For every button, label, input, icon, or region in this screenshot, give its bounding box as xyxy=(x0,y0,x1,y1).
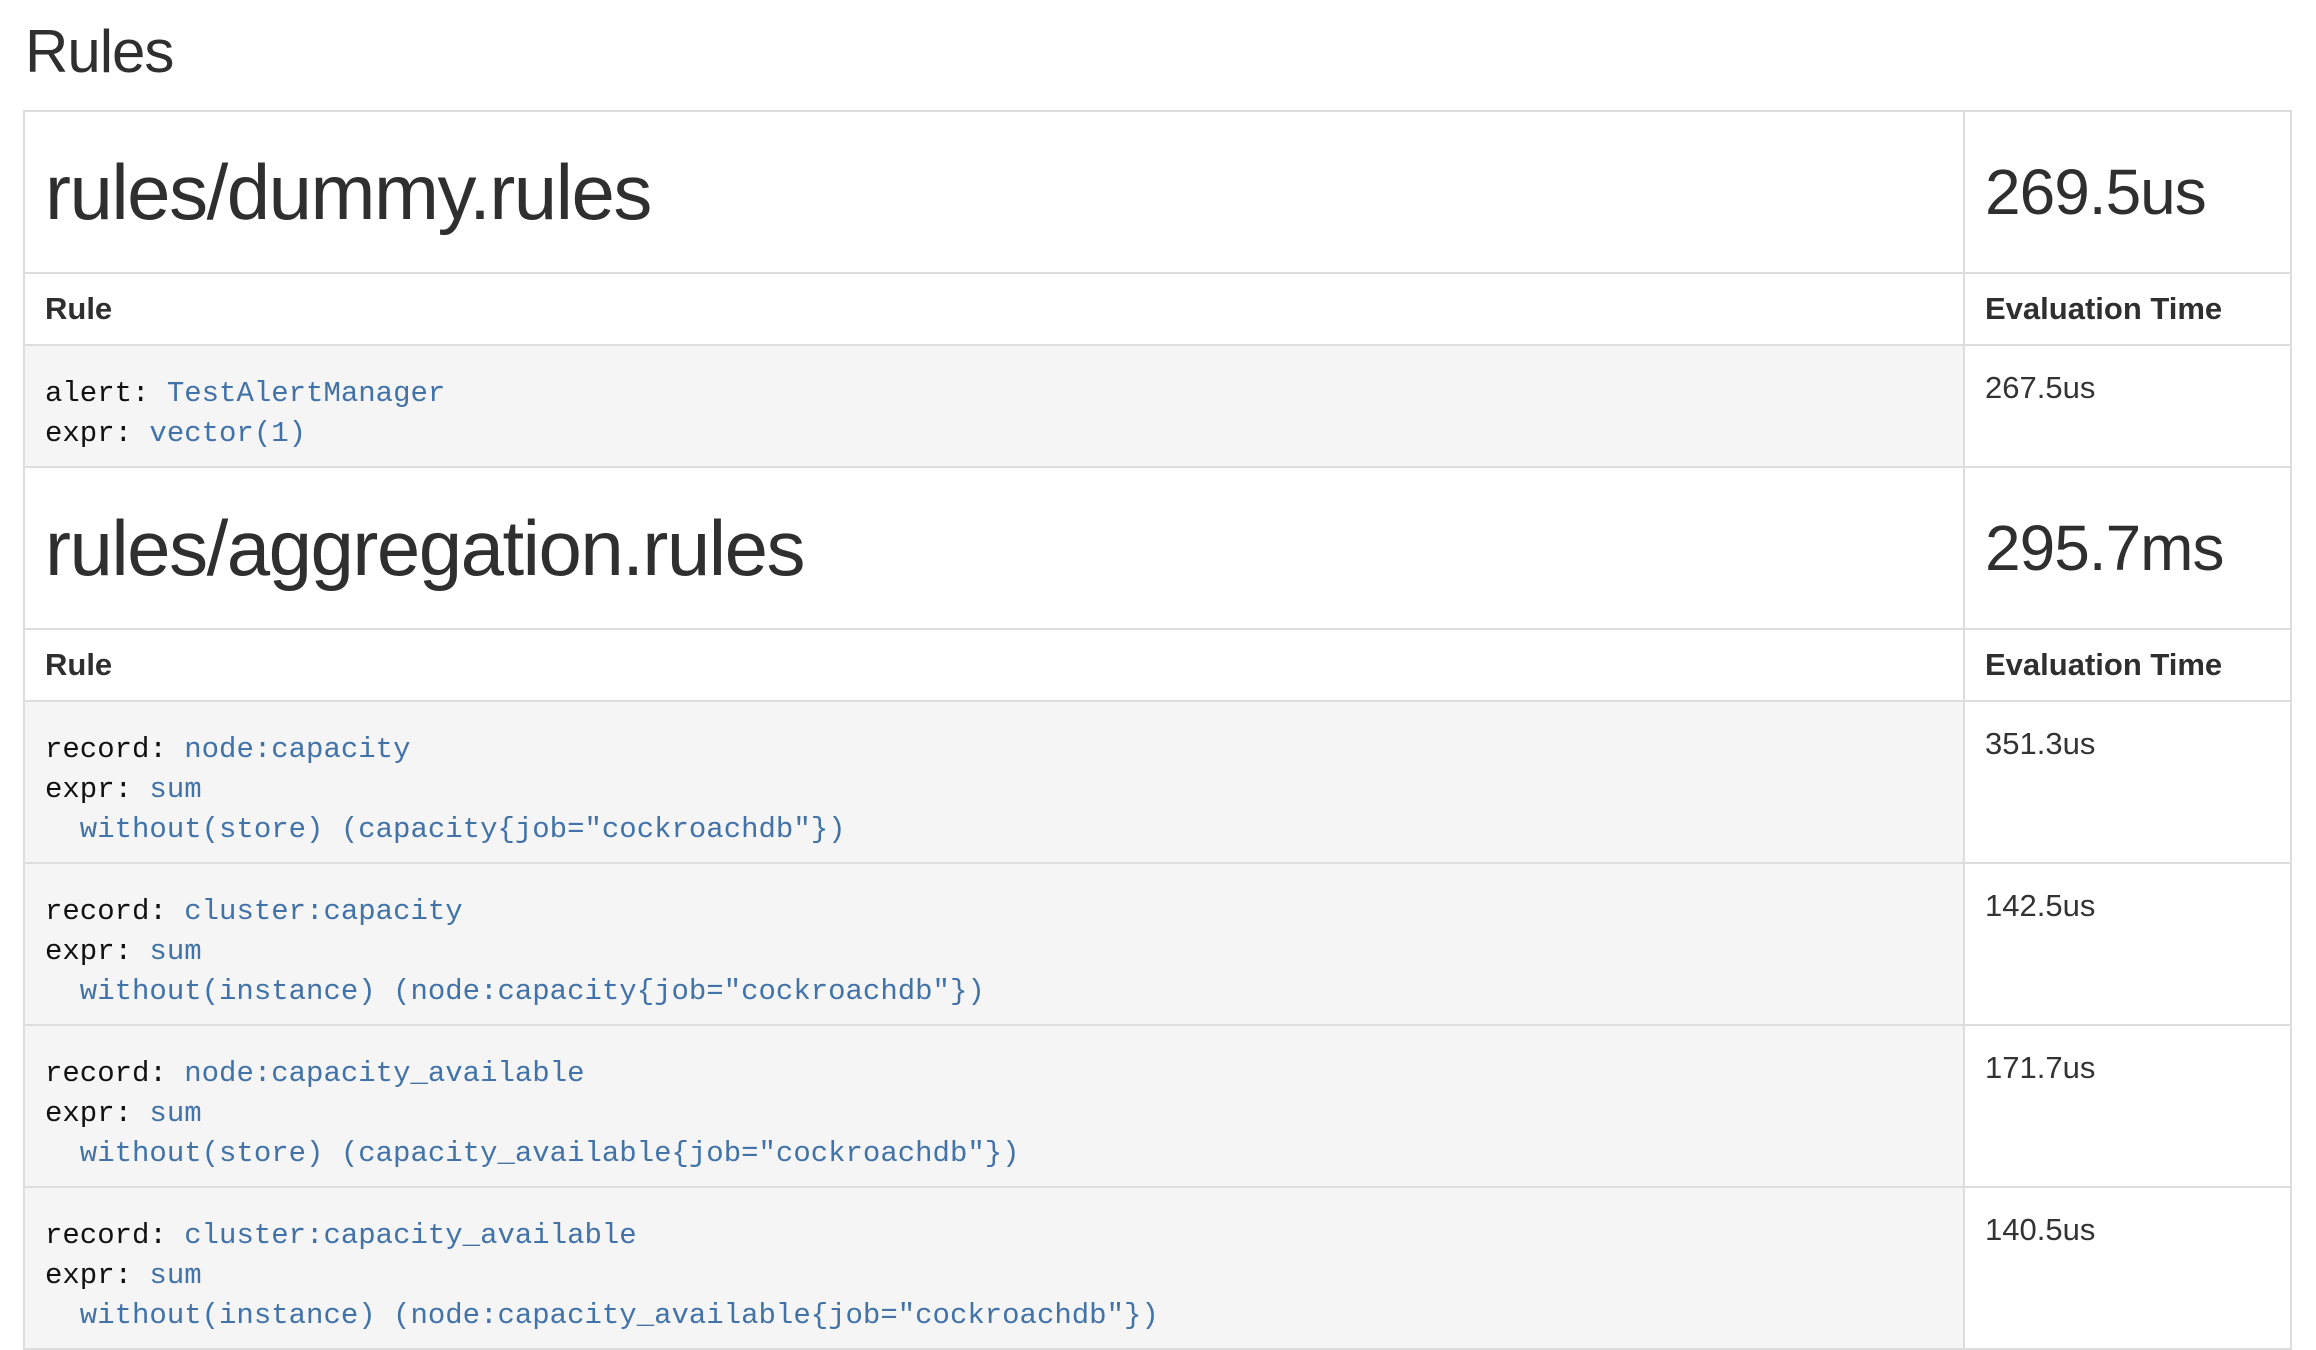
rule-row: alert: TestAlertManager expr: vector(1) … xyxy=(24,345,2291,467)
evaluation-time-column-header: Evaluation Time xyxy=(1964,629,2291,701)
rule-definition: record: cluster:capacity expr: sum witho… xyxy=(25,864,1963,1024)
rule-keyword: record: xyxy=(45,1219,184,1252)
rule-expression-link[interactable]: cluster:capacity xyxy=(184,895,462,928)
rule-keyword: record: xyxy=(45,895,184,928)
rule-definition-cell: record: node:capacity_available expr: su… xyxy=(24,1025,1964,1187)
rule-definition-cell: alert: TestAlertManager expr: vector(1) xyxy=(24,345,1964,467)
rule-definition: record: cluster:capacity_available expr:… xyxy=(25,1188,1963,1348)
rule-keyword: record: xyxy=(45,1057,184,1090)
rule-evaluation-time: 171.7us xyxy=(1985,1050,2095,1085)
rule-group-name-cell: rules/dummy.rules xyxy=(24,111,1964,273)
rule-group-name: rules/dummy.rules xyxy=(45,148,651,236)
rule-evaluation-time: 142.5us xyxy=(1985,888,2095,923)
rule-expression-link[interactable]: sum xyxy=(149,1097,201,1130)
rule-expression-link[interactable]: node:capacity xyxy=(184,733,410,766)
rule-definition: record: node:capacity_available expr: su… xyxy=(25,1026,1963,1186)
rule-definition-cell: record: cluster:capacity expr: sum witho… xyxy=(24,863,1964,1025)
rule-group-header-row: rules/aggregation.rules 295.7ms xyxy=(24,467,2291,629)
rule-keyword: expr: xyxy=(45,1097,149,1130)
rule-row: record: node:capacity expr: sum without(… xyxy=(24,701,2291,863)
rule-keyword: expr: xyxy=(45,417,149,450)
rule-evaluation-time: 267.5us xyxy=(1985,370,2095,405)
rule-definition: alert: TestAlertManager expr: vector(1) xyxy=(25,346,1963,466)
rule-row: record: cluster:capacity_available expr:… xyxy=(24,1187,2291,1349)
rule-group-name-cell: rules/aggregation.rules xyxy=(24,467,1964,629)
rule-evaluation-time-cell: 267.5us xyxy=(1964,345,2291,467)
rule-expression-link[interactable]: sum xyxy=(149,935,201,968)
rule-definition-cell: record: cluster:capacity_available expr:… xyxy=(24,1187,1964,1349)
rules-page: Rules rules/dummy.rules 269.5us Rule Eva… xyxy=(0,0,2316,1350)
rule-definition-cell: record: node:capacity expr: sum without(… xyxy=(24,701,1964,863)
rule-column-header: Rule xyxy=(24,629,1964,701)
rule-evaluation-time: 351.3us xyxy=(1985,726,2095,761)
rule-group-evaluation-time: 269.5us xyxy=(1985,156,2206,228)
rule-group-evaluation-time-cell: 269.5us xyxy=(1964,111,2291,273)
column-header-row: Rule Evaluation Time xyxy=(24,273,2291,345)
rule-definition: record: node:capacity expr: sum without(… xyxy=(25,702,1963,862)
rule-column-header: Rule xyxy=(24,273,1964,345)
rule-expression-link[interactable]: without(store) (capacity_available{job="… xyxy=(45,1137,1020,1170)
page-title: Rules xyxy=(25,0,2293,86)
rule-keyword: expr: xyxy=(45,935,149,968)
rule-group-evaluation-time: 295.7ms xyxy=(1985,512,2223,584)
rule-row: record: node:capacity_available expr: su… xyxy=(24,1025,2291,1187)
rule-expression-link[interactable]: without(store) (capacity{job="cockroachd… xyxy=(45,813,846,846)
column-header-row: Rule Evaluation Time xyxy=(24,629,2291,701)
rules-table: rules/dummy.rules 269.5us Rule Evaluatio… xyxy=(23,110,2292,1350)
rule-evaluation-time-cell: 351.3us xyxy=(1964,701,2291,863)
rule-expression-link[interactable]: cluster:capacity_available xyxy=(184,1219,636,1252)
rule-group-evaluation-time-cell: 295.7ms xyxy=(1964,467,2291,629)
rule-keyword: expr: xyxy=(45,1259,149,1292)
rule-evaluation-time: 140.5us xyxy=(1985,1212,2095,1247)
rule-expression-link[interactable]: TestAlertManager xyxy=(167,377,445,410)
rule-expression-link[interactable]: without(instance) (node:capacity_availab… xyxy=(45,1299,1159,1332)
evaluation-time-column-header: Evaluation Time xyxy=(1964,273,2291,345)
rule-group-name: rules/aggregation.rules xyxy=(45,504,804,592)
rule-expression-link[interactable]: without(instance) (node:capacity{job="co… xyxy=(45,975,985,1008)
rule-keyword: record: xyxy=(45,733,184,766)
rule-evaluation-time-cell: 171.7us xyxy=(1964,1025,2291,1187)
rule-expression-link[interactable]: sum xyxy=(149,773,201,806)
rule-row: record: cluster:capacity expr: sum witho… xyxy=(24,863,2291,1025)
rule-expression-link[interactable]: sum xyxy=(149,1259,201,1292)
rule-group-header-row: rules/dummy.rules 269.5us xyxy=(24,111,2291,273)
rule-evaluation-time-cell: 140.5us xyxy=(1964,1187,2291,1349)
rule-expression-link[interactable]: node:capacity_available xyxy=(184,1057,584,1090)
rule-evaluation-time-cell: 142.5us xyxy=(1964,863,2291,1025)
rule-keyword: alert: xyxy=(45,377,167,410)
rule-expression-link[interactable]: vector(1) xyxy=(149,417,306,450)
rule-keyword: expr: xyxy=(45,773,149,806)
